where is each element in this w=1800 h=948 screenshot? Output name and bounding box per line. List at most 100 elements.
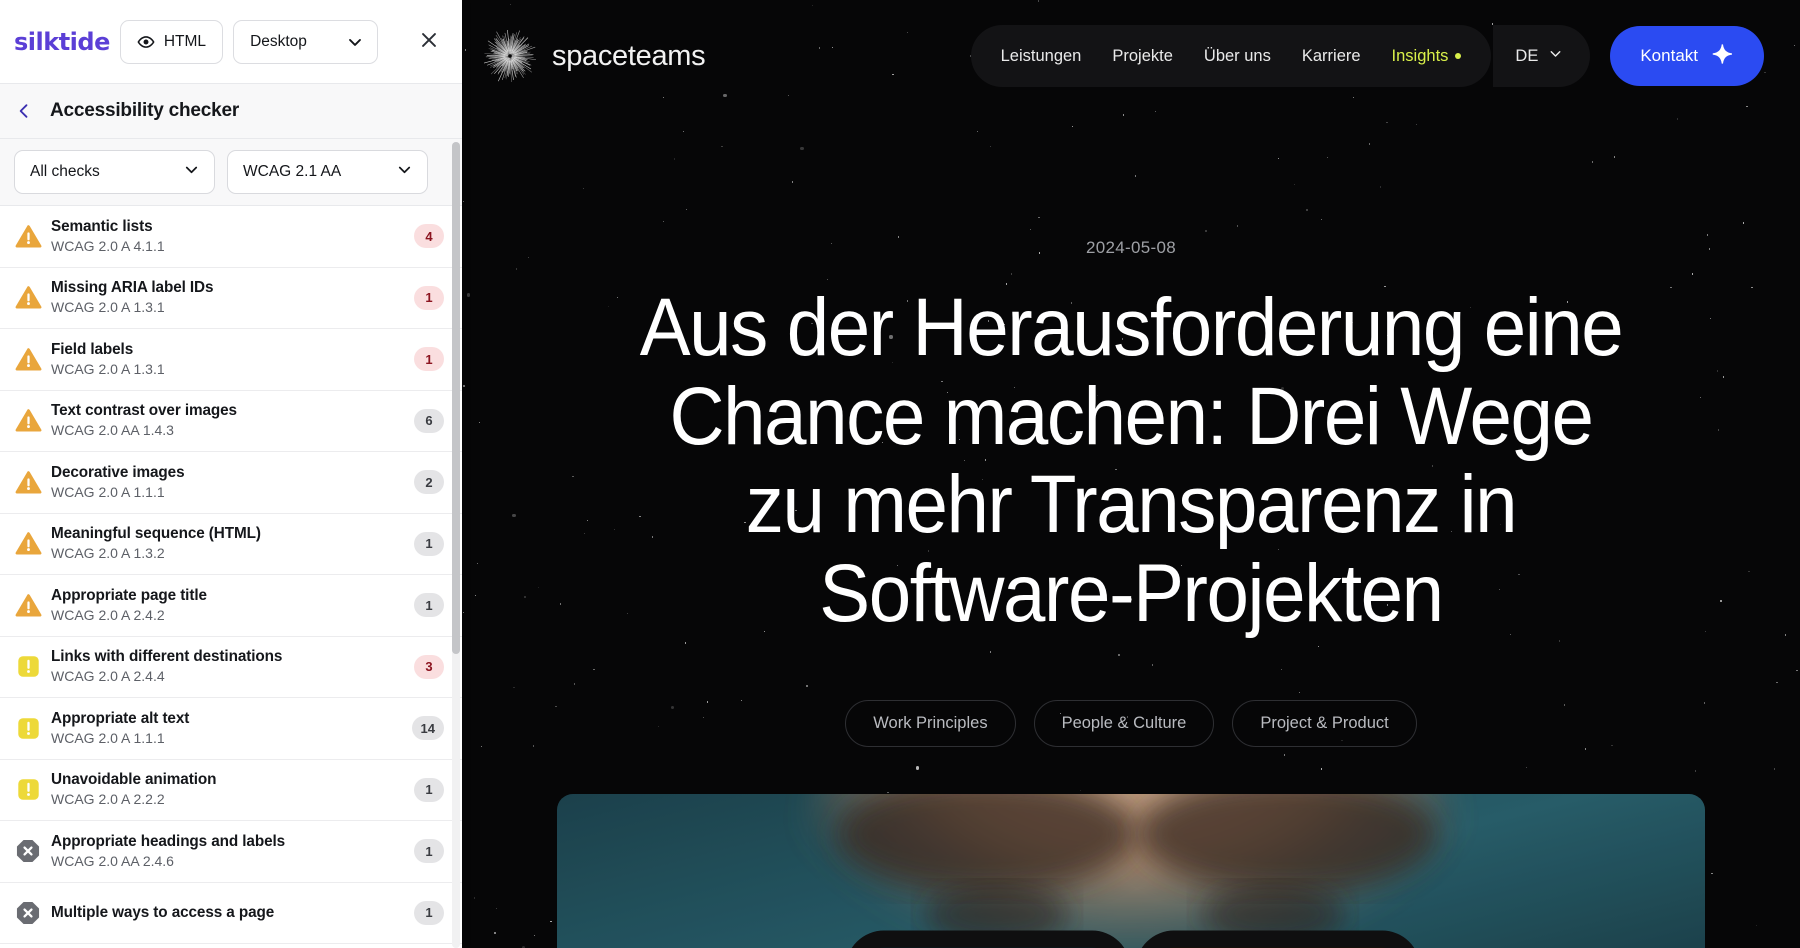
warning-triangle-icon (9, 469, 47, 496)
check-name: Missing ARIA label IDs (51, 279, 214, 297)
nav-link-karriere[interactable]: Karriere (1302, 47, 1361, 66)
view-mode-html-button[interactable]: HTML (119, 19, 224, 64)
warning-triangle-icon (15, 225, 41, 248)
chevron-down-icon (182, 160, 201, 184)
check-count-badge: 3 (414, 654, 444, 679)
accessibility-checks-list[interactable]: Semantic lists WCAG 2.0 A 4.1.1 4 Missing A… (0, 206, 462, 948)
check-name: Appropriate alt text (51, 709, 190, 727)
silktide-logo[interactable]: silktide (14, 28, 110, 56)
warning-triangle-icon (15, 594, 41, 617)
check-row[interactable]: Decorative images WCAG 2.0 A 1.1.1 2 (0, 452, 462, 514)
warning-triangle-icon (15, 471, 41, 494)
check-name: Meaningful sequence (HTML) (51, 525, 261, 543)
eye-icon (137, 33, 155, 51)
check-row[interactable]: Unavoidable animation WCAG 2.0 A 2.2.2 1 (0, 759, 462, 821)
warning-triangle-icon (9, 284, 47, 311)
check-row[interactable]: Links with different destinations WCAG 2.… (0, 636, 462, 698)
check-count-badge: 1 (414, 777, 444, 802)
nav-link-leistungen[interactable]: Leistungen (1001, 47, 1082, 66)
check-criterion: WCAG 2.0 A 1.1.1 (51, 729, 165, 746)
warning-triangle-icon (15, 348, 41, 371)
warning-triangle-icon (15, 409, 41, 432)
check-criterion: WCAG 2.0 A 1.3.1 (51, 299, 165, 316)
warning-triangle-icon (9, 346, 47, 373)
check-count-badge: 1 (414, 900, 444, 925)
check-row[interactable]: Text contrast over images WCAG 2.0 AA 1.4… (0, 390, 462, 452)
check-count-badge: 1 (414, 285, 444, 310)
check-text: Appropriate page title WCAG 2.0 A 2.4.2 (47, 586, 414, 625)
article-date: 2024-05-08 (1086, 238, 1176, 257)
nav-link--ber-uns[interactable]: Über uns (1204, 47, 1271, 66)
chevron-down-icon (395, 160, 414, 184)
nav-link-label: Karriere (1301, 46, 1361, 65)
manual-check-icon (17, 779, 39, 800)
check-name: Multiple ways to access a page (51, 903, 275, 921)
language-select[interactable]: DE (1493, 25, 1591, 87)
nav-link-label: Leistungen (1000, 46, 1082, 65)
category-tag[interactable]: Work Principles (845, 700, 1016, 748)
check-name: Links with different destinations (51, 648, 283, 666)
check-count-badge: 1 (414, 839, 444, 864)
nav-link-label: Über uns (1203, 46, 1271, 65)
starburst-logo-icon (484, 30, 536, 82)
check-text: Meaningful sequence (HTML) WCAG 2.0 A 1.3… (47, 524, 414, 563)
close-panel-button[interactable] (412, 25, 446, 59)
checks-scope-select[interactable]: All checks (14, 150, 215, 194)
back-button[interactable] (14, 101, 34, 121)
warning-triangle-icon (9, 530, 47, 557)
manual-check-icon (17, 656, 39, 677)
check-row[interactable]: Meaningful sequence (HTML) WCAG 2.0 A 1.3… (0, 513, 462, 575)
site-logo[interactable]: spaceteams (484, 30, 706, 82)
nav-link-projekte[interactable]: Projekte (1112, 47, 1173, 66)
check-criterion: WCAG 2.0 A 2.2.2 (51, 791, 165, 808)
nav-link-insights[interactable]: Insights (1392, 47, 1462, 66)
check-name: Decorative images (51, 463, 185, 481)
manual-check-icon (9, 716, 47, 741)
check-row[interactable]: Appropriate headings and labels WCAG 2.0 … (0, 821, 462, 883)
silktide-topbar: silktide HTML Desktop (0, 0, 462, 83)
check-text: Missing ARIA label IDs WCAG 2.0 A 1.3.1 (47, 278, 414, 317)
check-row[interactable]: Missing ARIA label IDs WCAG 2.0 A 1.3.1 1 (0, 267, 462, 329)
checks-scope-value: All checks (30, 163, 100, 180)
warning-triangle-icon (9, 407, 47, 434)
check-row[interactable]: Appropriate page title WCAG 2.0 A 2.4.2 1 (0, 575, 462, 637)
manual-check-icon (17, 718, 39, 739)
check-count-badge: 1 (414, 347, 444, 372)
sparkle-icon (1712, 43, 1734, 70)
nav-link-label: Insights (1391, 46, 1449, 65)
check-criterion: WCAG 2.0 A 2.4.2 (51, 606, 165, 623)
octagon-x-icon (16, 901, 40, 924)
check-row[interactable]: Multiple ways to access a page 1 (0, 882, 462, 944)
scrollbar-thumb[interactable] (452, 142, 460, 654)
article-category-tags: Work Principles People & Culture Project &… (502, 700, 1760, 748)
language-value: DE (1515, 46, 1539, 65)
warning-triangle-icon (15, 286, 41, 309)
site-logo-text: spaceteams (552, 39, 706, 72)
website-preview: spaceteams Leistungen Projekte Über uns Kar… (462, 0, 1800, 948)
filter-bar: All checks WCAG 2.1 AA (0, 139, 462, 206)
check-row[interactable]: Appropriate alt text WCAG 2.0 A 1.1.1 14 (0, 698, 462, 760)
check-count-badge: 2 (414, 470, 444, 495)
standard-value: WCAG 2.1 AA (243, 163, 342, 180)
check-name: Semantic lists (51, 217, 153, 235)
contact-cta-button[interactable]: Kontakt (1610, 26, 1764, 86)
article-hero-image (557, 794, 1705, 948)
page-title: Accessibility checker (50, 100, 240, 121)
active-dot-icon (1455, 53, 1462, 59)
category-tag[interactable]: People & Culture (1033, 700, 1215, 748)
check-row[interactable]: Semantic lists WCAG 2.0 A 4.1.1 4 (0, 206, 462, 268)
warning-triangle-icon (9, 592, 47, 619)
check-criterion: WCAG 2.0 A 1.3.2 (51, 545, 165, 562)
check-criterion: WCAG 2.0 A 1.1.1 (51, 483, 165, 500)
check-row[interactable]: Field labels WCAG 2.0 A 1.3.1 1 (0, 329, 462, 391)
check-name: Appropriate headings and labels (51, 832, 286, 850)
warning-triangle-icon (9, 223, 47, 250)
hero-section: 2024-05-08 Aus der Herausforderung eine … (462, 238, 1800, 748)
device-select[interactable]: Desktop (233, 19, 379, 64)
panel-scrollbar[interactable] (452, 142, 460, 948)
check-count-badge: 1 (414, 593, 444, 618)
standard-select[interactable]: WCAG 2.1 AA (227, 150, 428, 194)
check-text: Links with different destinations WCAG 2.… (47, 647, 414, 686)
category-tag[interactable]: Project & Product (1232, 700, 1417, 748)
check-count-badge: 6 (414, 408, 444, 433)
